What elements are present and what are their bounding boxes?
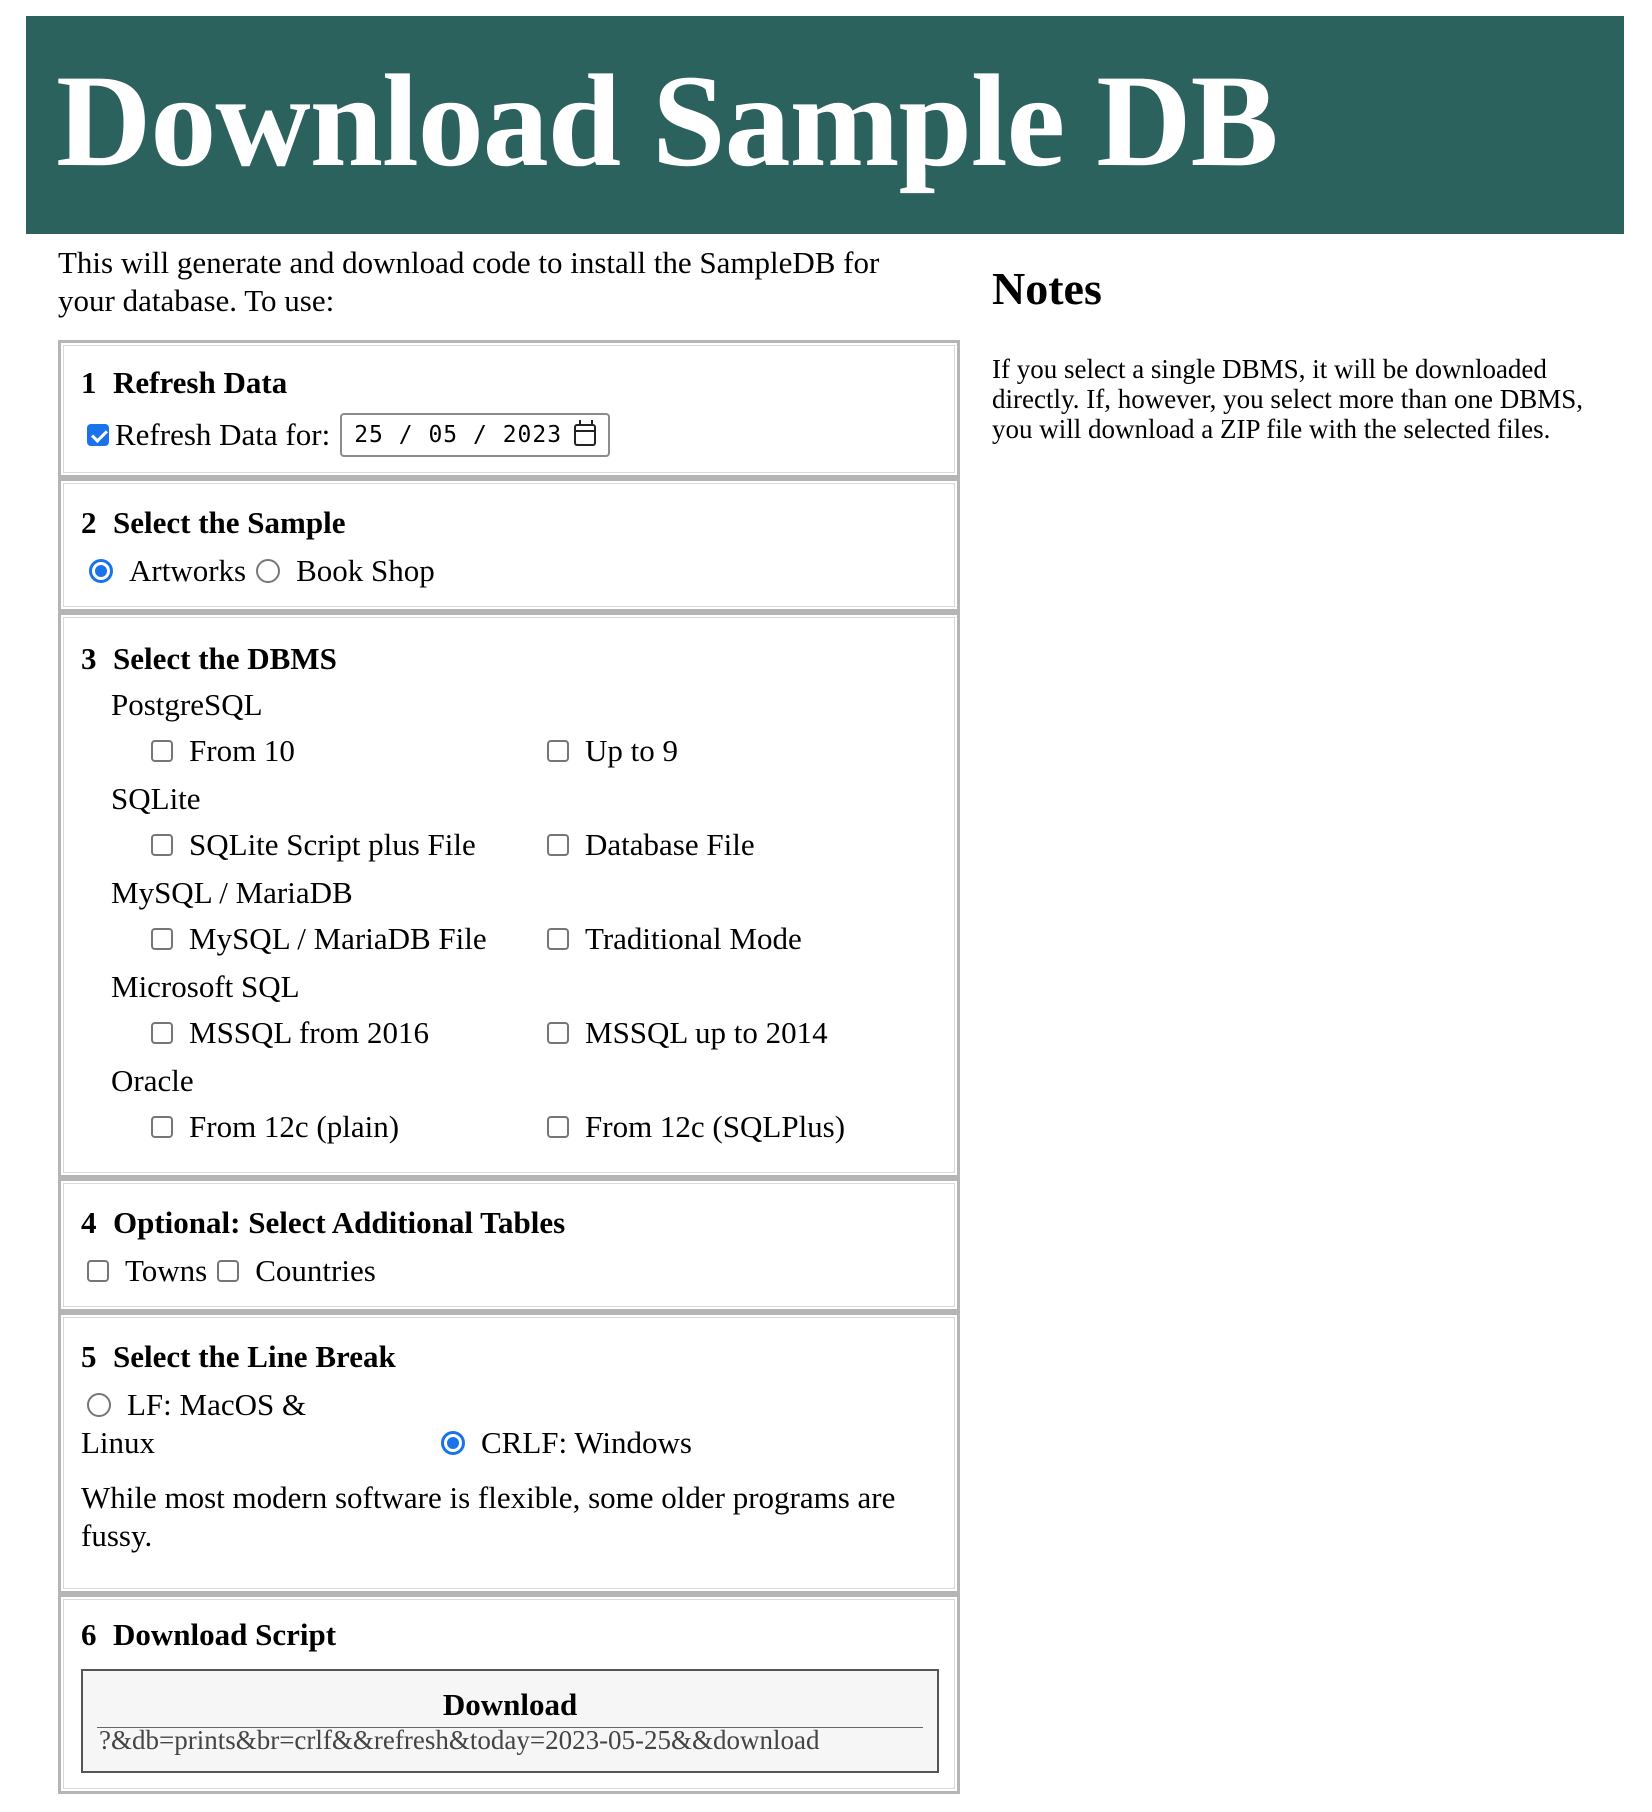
step-download-script: 6 Download Script Download ?&db=prints&br… [58,1594,960,1794]
dbms-checkbox-postgres-from-10[interactable] [151,740,173,762]
step-number: 5 [81,1339,97,1374]
refresh-data-label: Refresh Data for: [115,417,331,452]
dbms-group-oracle: Oracle [111,1063,194,1098]
date-day[interactable]: 25 [354,417,384,453]
sample-label-book-shop: Book Shop [296,553,435,588]
sample-radio-artworks[interactable] [89,559,113,583]
dbms-checkbox-mysql-traditional[interactable] [547,928,569,950]
step-number: 1 [81,365,97,400]
download-button[interactable]: Download [97,1685,923,1728]
intro-text: This will generate and download code to … [58,245,880,318]
table-checkbox-countries[interactable] [217,1260,240,1282]
download-panel: Download ?&db=prints&br=crlf&&refresh&to… [81,1669,939,1773]
linebreak-radio-crlf[interactable] [441,1431,465,1455]
step-title-text: Select the DBMS [113,641,337,676]
linebreak-label-lf: LF: MacOS & [127,1387,307,1422]
dbms-group-mysql: MySQL / MariaDB [111,875,353,910]
step-additional-tables: 4 Optional: Select Additional Tables Town… [58,1178,960,1312]
linebreak-label-crlf: CRLF: Windows [481,1425,692,1460]
dbms-option-label: From 10 [189,733,295,768]
dbms-option-label: Up to 9 [585,733,678,768]
dbms-option-label: Database File [585,827,755,862]
dbms-checkbox-mssql-2014[interactable] [547,1022,569,1044]
dbms-group-sqlite: SQLite [111,781,201,816]
dbms-checkbox-postgres-up-to-9[interactable] [547,740,569,762]
sample-radio-book-shop[interactable] [256,559,281,583]
step-title-text: Select the Line Break [113,1339,396,1374]
notes-text: If you select a single DBMS, it will be … [992,354,1584,444]
step-number: 4 [81,1205,97,1240]
table-label-towns: Towns [125,1253,208,1288]
step-refresh-data: 1 Refresh Data Refresh Data for: 25 / 05 … [58,340,960,478]
step-title: 3 Select the DBMS [81,641,337,677]
step-title: 1 Refresh Data [81,365,287,401]
step-title-text: Optional: Select Additional Tables [113,1205,566,1240]
dbms-option-label: From 12c (SQLPlus) [585,1109,846,1144]
sample-label-artworks: Artworks [129,553,247,588]
dbms-checkbox-sqlite-script[interactable] [151,834,173,856]
refresh-data-checkbox[interactable] [87,424,109,446]
download-url: ?&db=prints&br=crlf&&refresh&today=2023-… [99,1725,820,1755]
dbms-checkbox-mysql-file[interactable] [151,928,173,950]
step-title-text: Download Script [113,1617,337,1652]
linebreak-radio-lf[interactable] [87,1393,111,1417]
calendar-icon[interactable] [574,420,597,446]
step-title: 6 Download Script [81,1617,336,1653]
dbms-option-label: SQLite Script plus File [189,827,476,862]
linebreak-label-lf-cont: Linux [81,1425,156,1460]
step-title-text: Select the Sample [113,505,346,540]
dbms-option-label: MSSQL up to 2014 [585,1015,828,1050]
notes-panel: Notes If you select a single DBMS, it wi… [992,263,1592,445]
dbms-checkbox-oracle-sqlplus[interactable] [547,1116,569,1138]
notes-title: Notes [992,263,1102,314]
step-number: 6 [81,1617,97,1652]
step-line-break: 5 Select the Line Break LF: MacOS & Linux… [58,1312,960,1594]
dbms-group-postgresql: PostgreSQL [111,687,263,722]
step-title-text: Refresh Data [113,365,288,400]
step-select-sample: 2 Select the Sample Artworks Book Shop [58,478,960,612]
date-year[interactable]: 2023 [503,417,562,453]
dbms-option-label: From 12c (plain) [189,1109,400,1144]
dbms-checkbox-sqlite-database-file[interactable] [547,834,569,856]
step-number: 2 [81,505,97,540]
dbms-option-label: MySQL / MariaDB File [189,921,487,956]
refresh-date-input[interactable]: 25 / 05 / 2023 [340,413,611,457]
step-title: 2 Select the Sample [81,505,345,541]
step-title: 4 Optional: Select Additional Tables [81,1205,565,1241]
date-month[interactable]: 05 [428,417,458,453]
dbms-group-mssql: Microsoft SQL [111,969,300,1004]
table-label-countries: Countries [255,1253,376,1288]
table-checkbox-towns[interactable] [87,1260,109,1282]
linebreak-note: While most modern software is flexible, … [81,1480,896,1553]
step-select-dbms: 3 Select the DBMS PostgreSQL From 10 Up t… [58,612,960,1178]
page-header: Download Sample DB [26,16,1624,234]
dbms-option-label: Traditional Mode [585,921,802,956]
dbms-checkbox-mssql-2016[interactable] [151,1022,173,1044]
step-title: 5 Select the Line Break [81,1339,396,1375]
step-number: 3 [81,641,97,676]
dbms-option-label: MSSQL from 2016 [189,1015,429,1050]
page-title: Download Sample DB [56,47,1279,194]
dbms-checkbox-oracle-plain[interactable] [151,1116,173,1138]
